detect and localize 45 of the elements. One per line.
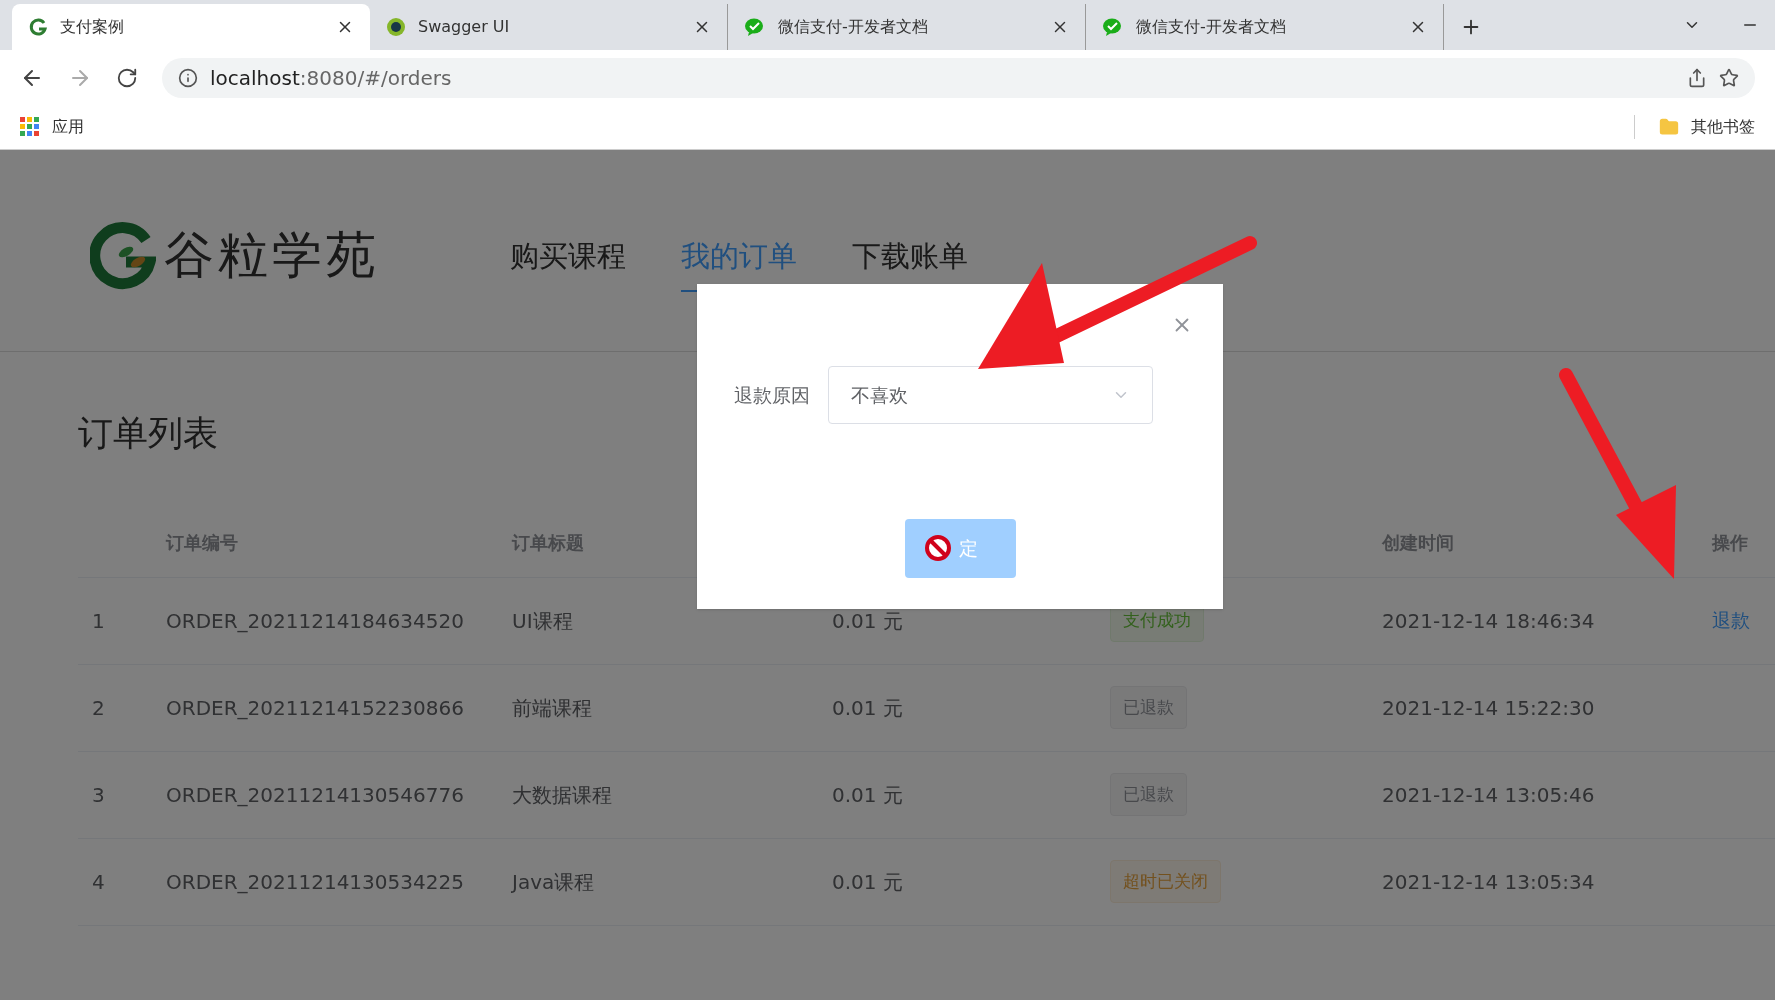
reload-icon[interactable] [116,66,138,89]
logo-text: 谷粒学苑 [164,225,380,286]
table-cell-text: 0.01 元 [831,607,904,635]
apps-icon[interactable] [20,117,40,137]
nav-link[interactable]: 购买课程 [510,234,626,293]
table-cell-text: 大数据课程 [512,781,613,809]
table-cell-text: 2021-12-14 18:46:34 [1382,607,1596,635]
table-cell-text: 前端课程 [512,694,593,722]
reason-select[interactable]: 不喜欢 [828,366,1153,424]
table-cell-text: Java课程 [512,868,596,896]
tab-title: 微信支付-开发者文档 [1136,16,1287,38]
tab-title: Swagger UI [418,16,511,38]
table-cell-text: 2021-12-14 13:05:46 [1382,781,1596,809]
tab-title: 微信支付-开发者文档 [778,16,929,38]
table-cell-text: 3 [91,781,106,809]
browser-tab[interactable]: 支付案例 [12,4,370,50]
logo-icon [386,17,406,37]
chat-icon [744,17,766,37]
share-icon[interactable] [1687,67,1707,88]
bookmark-link[interactable]: 其他书签 [1691,115,1755,139]
logo-icon [28,17,48,37]
table-cell-text: 0.01 元 [831,868,904,896]
table-cell-text: UI课程 [512,607,574,635]
table-cell-text: ORDER_20211214184634520 [166,607,465,635]
bookmark-link[interactable]: 应用 [52,115,84,139]
table-cell-text: ORDER_20211214130546776 [166,781,465,809]
star-icon[interactable] [1719,67,1739,88]
table-cell-text: 2021-12-14 13:05:34 [1382,868,1596,896]
page-title: 订单列表 [78,412,219,455]
table-cell-text: 0.01 元 [831,781,904,809]
table-cell-text: 2 [91,694,106,722]
table-cell-text: 4 [91,868,106,896]
table-cell-text: ORDER_20211214130534225 [166,868,465,896]
table-cell-text: 2021-12-14 15:22:30 [1382,694,1596,722]
logo-icon [90,221,156,290]
address-bar[interactable]: localhost:8080/#/orders [162,57,1755,98]
table-cell-text: ORDER_20211214152230866 [166,694,465,722]
field-label: 退款原因 [734,382,810,408]
info-icon[interactable] [178,67,198,88]
status-tag: 超时已关闭 [1110,859,1221,904]
not-allowed-cursor-icon [924,534,952,562]
table-cell-text: 0.01 元 [831,694,904,722]
table-cell-text: 1 [91,607,106,635]
chat-icon [1102,17,1124,37]
tab-title: 支付案例 [60,16,125,38]
